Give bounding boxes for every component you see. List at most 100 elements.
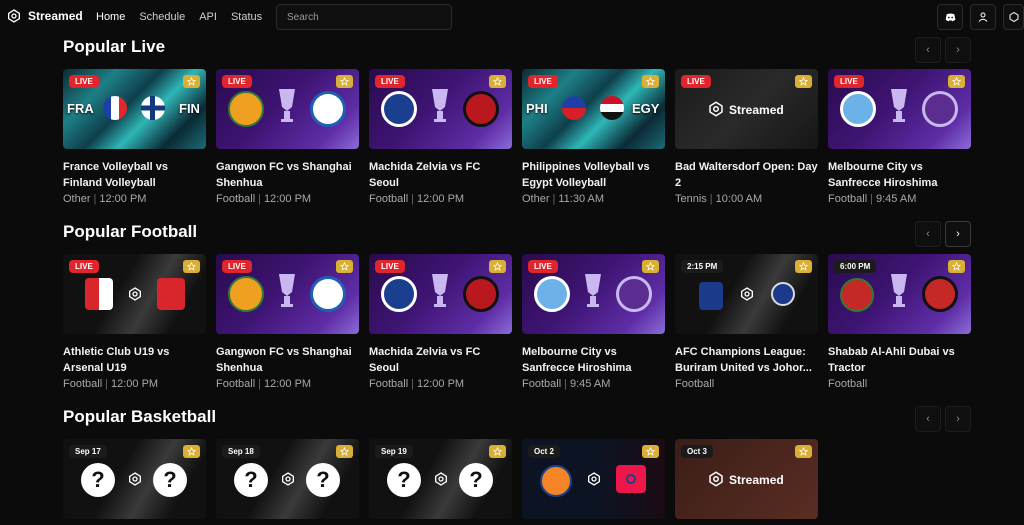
match-card[interactable]: LIVE Melbourne City vs Sanfrecce Hiroshi…: [828, 69, 971, 205]
match-title: Athletic Club U19 vs Arsenal U19: [63, 346, 170, 374]
favorite-button[interactable]: [795, 260, 812, 273]
trophy-icon: [891, 274, 907, 307]
match-thumbnail: Oct 2: [522, 439, 665, 519]
match-title: Machida Zelvia vs FC Seoul: [369, 161, 481, 189]
star-icon: [493, 447, 502, 456]
favorite-button[interactable]: [795, 445, 812, 458]
match-card[interactable]: LIVE Machida Zelvia vs FC Seoul Football…: [369, 69, 512, 205]
nav-home[interactable]: Home: [96, 11, 125, 23]
match-thumbnail: ? ? Sep 17: [63, 439, 206, 519]
chevron-right-icon: ›: [956, 413, 960, 425]
star-icon: [187, 447, 196, 456]
match-title: Melbourne City vs Sanfrecce Hiroshima: [522, 346, 632, 374]
favorite-button[interactable]: [642, 260, 659, 273]
match-card[interactable]: ? ? Sep 18: [216, 439, 359, 519]
match-card[interactable]: LIVE Athletic Club U19 vs Arsenal U19 Fo…: [63, 254, 206, 390]
live-badge: LIVE: [528, 260, 558, 273]
next-arrow-button[interactable]: ›: [945, 37, 971, 63]
match-thumbnail: LIVE: [369, 69, 512, 149]
prev-arrow-button[interactable]: ‹: [915, 406, 941, 432]
match-card[interactable]: Oct 2: [522, 439, 665, 519]
trophy-icon: [432, 89, 448, 122]
nav-schedule[interactable]: Schedule: [139, 11, 185, 23]
match-time: 9:45 AM: [570, 378, 611, 390]
team-logo-tractor: [922, 276, 958, 312]
team-logo-shanghai-shenhua: [310, 91, 346, 127]
favorite-button[interactable]: [489, 260, 506, 273]
favorite-button[interactable]: [795, 75, 812, 88]
match-card[interactable]: Streamed LIVE Bad Waltersdorf Open: Day …: [675, 69, 818, 205]
match-thumbnail: 6:00 PM: [828, 254, 971, 334]
unknown-team-icon: ?: [234, 463, 268, 497]
team-code-away: FIN: [179, 101, 200, 116]
match-meta: Tennis | 10:00 AM: [675, 193, 763, 205]
favorite-button[interactable]: [948, 75, 965, 88]
brand-logo[interactable]: Streamed: [6, 8, 83, 24]
favorite-button[interactable]: [183, 260, 200, 273]
search-input[interactable]: [276, 4, 452, 30]
discord-button[interactable]: [937, 4, 963, 30]
match-card[interactable]: Streamed Oct 3: [675, 439, 818, 519]
user-icon: [978, 12, 988, 22]
top-navbar: Streamed Home Schedule API Status: [0, 0, 1024, 34]
match-card[interactable]: LIVE Gangwon FC vs Shanghai Shenhua Foot…: [216, 69, 359, 205]
chevron-right-icon: ›: [956, 228, 960, 240]
match-meta: Football | 9:45 AM: [828, 193, 917, 205]
theme-button[interactable]: [1003, 4, 1024, 30]
favorite-button[interactable]: [489, 445, 506, 458]
nav-api[interactable]: API: [199, 11, 217, 23]
match-category: Football: [675, 378, 715, 390]
match-card[interactable]: ? ? Sep 17: [63, 439, 206, 519]
team-code-home: FRA: [67, 101, 94, 116]
favorite-button[interactable]: [336, 75, 353, 88]
account-button[interactable]: [970, 4, 996, 30]
match-card[interactable]: LIVE Gangwon FC vs Shanghai Shenhua Foot…: [216, 254, 359, 390]
match-time: 11:30 AM: [558, 193, 605, 205]
match-card[interactable]: ? ? Sep 19: [369, 439, 512, 519]
streamed-logo-icon: [709, 471, 723, 487]
favorite-button[interactable]: [489, 75, 506, 88]
match-thumbnail: ? ? Sep 19: [369, 439, 512, 519]
streamed-logo-icon: [588, 472, 600, 486]
match-card[interactable]: 6:00 PM Shabab Al-Ahli Dubai vs Tractor …: [828, 254, 971, 390]
match-thumbnail: ? ? Sep 18: [216, 439, 359, 519]
live-badge: LIVE: [834, 75, 864, 88]
streamed-logo-icon: [282, 472, 294, 486]
team-logo-fc-seoul: [463, 91, 499, 127]
trophy-icon: [279, 89, 295, 122]
placeholder-text: Streamed: [729, 473, 784, 487]
match-meta: Other | 12:00 PM: [63, 193, 147, 205]
prev-arrow-button[interactable]: ‹: [915, 37, 941, 63]
live-badge: LIVE: [528, 75, 558, 88]
team-logo-melbourne-city: [840, 91, 876, 127]
unknown-team-icon: ?: [153, 463, 187, 497]
favorite-button[interactable]: [642, 445, 659, 458]
favorite-button[interactable]: [642, 75, 659, 88]
match-card[interactable]: 2:15 PM AFC Champions League: Buriram Un…: [675, 254, 818, 390]
live-badge: LIVE: [222, 260, 252, 273]
team-logo-knicks: [540, 465, 572, 497]
favorite-button[interactable]: [336, 260, 353, 273]
star-icon: [799, 262, 808, 271]
favorite-button[interactable]: [183, 445, 200, 458]
unknown-team-icon: ?: [81, 463, 115, 497]
team-logo-johor: [771, 282, 795, 306]
next-arrow-button[interactable]: ›: [945, 406, 971, 432]
match-title: Shabab Al-Ahli Dubai vs Tractor: [828, 346, 955, 374]
favorite-button[interactable]: [948, 260, 965, 273]
match-card[interactable]: FRA FIN LIVE France Volleyball vs Finlan…: [63, 69, 206, 205]
favorite-button[interactable]: [183, 75, 200, 88]
match-card[interactable]: LIVE Melbourne City vs Sanfrecce Hiroshi…: [522, 254, 665, 390]
next-arrow-button[interactable]: ›: [945, 221, 971, 247]
favorite-button[interactable]: [336, 445, 353, 458]
match-time: 10:00 AM: [715, 193, 763, 205]
match-thumbnail: Streamed Oct 3: [675, 439, 818, 519]
chevron-right-icon: ›: [956, 44, 960, 56]
match-card[interactable]: PHI EGY LIVE Philippines Volleyball vs E…: [522, 69, 665, 205]
match-category: Football: [216, 378, 256, 390]
time-badge: 2:15 PM: [681, 260, 724, 273]
chevron-left-icon: ‹: [926, 413, 930, 425]
prev-arrow-button[interactable]: ‹: [915, 221, 941, 247]
nav-status[interactable]: Status: [231, 11, 262, 23]
match-card[interactable]: LIVE Machida Zelvia vs FC Seoul Football…: [369, 254, 512, 390]
